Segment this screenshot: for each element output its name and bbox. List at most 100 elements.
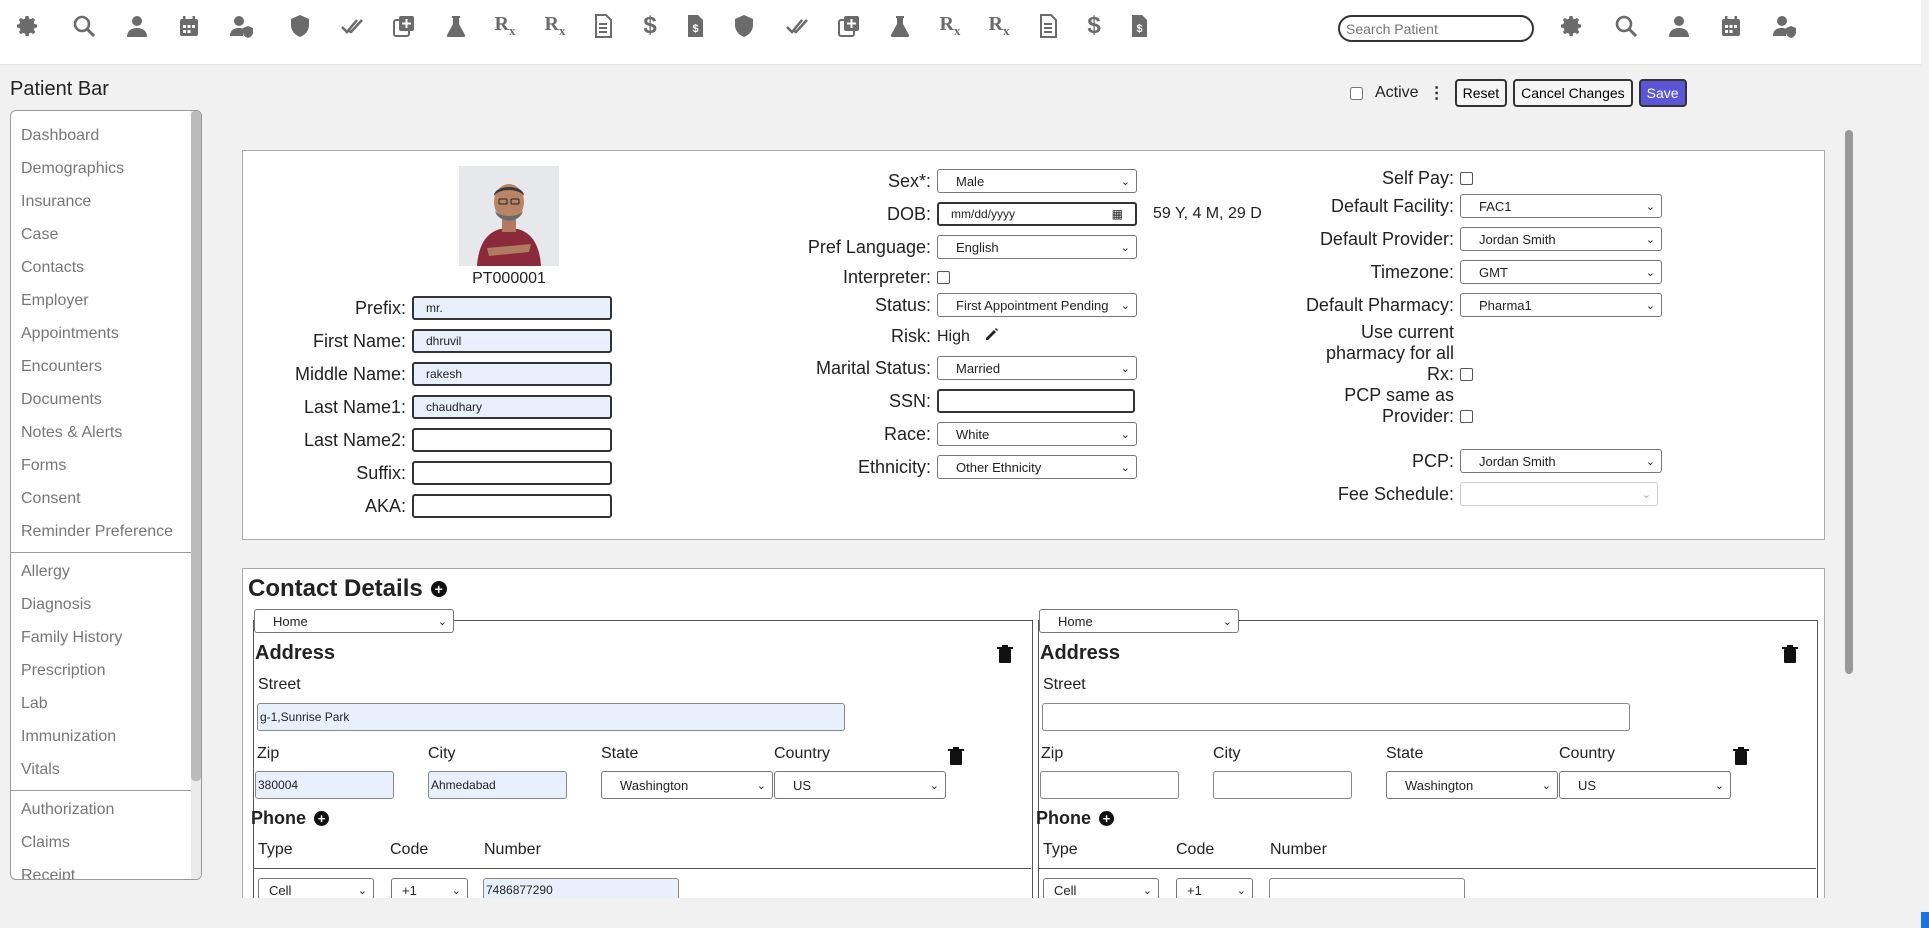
search-patient-input[interactable] xyxy=(1338,15,1534,42)
sex-select[interactable]: Male ⌄ xyxy=(937,169,1137,193)
add-copy-icon[interactable] xyxy=(390,12,418,40)
aka-input[interactable] xyxy=(412,494,612,518)
cancel-changes-button[interactable]: Cancel Changes xyxy=(1513,79,1633,107)
rx-icon[interactable]: Rx xyxy=(985,12,1013,40)
sidebar-item-case[interactable]: Case xyxy=(11,218,201,251)
sidebar-item-employer[interactable]: Employer xyxy=(11,284,201,317)
sidebar-scrollbar[interactable] xyxy=(191,111,201,879)
flask-icon[interactable] xyxy=(442,12,470,40)
double-check-icon[interactable] xyxy=(338,12,366,40)
timezone-select[interactable]: GMT ⌄ xyxy=(1460,260,1662,284)
trash-icon[interactable] xyxy=(1782,645,1798,668)
state-select-right[interactable]: Washington ⌄ xyxy=(1386,771,1558,799)
add-phone-icon[interactable]: + xyxy=(1099,811,1115,826)
sidebar-item-allergy[interactable]: Allergy xyxy=(11,555,201,588)
contact-type-select-right[interactable]: Home ⌄ xyxy=(1039,609,1239,633)
country-select-right[interactable]: US ⌄ xyxy=(1559,771,1731,799)
reset-button[interactable]: Reset xyxy=(1454,79,1508,107)
invoice-icon[interactable]: $ xyxy=(681,12,709,40)
sidebar-item-claims[interactable]: Claims xyxy=(11,826,201,859)
sidebar-item-contacts[interactable]: Contacts xyxy=(11,251,201,284)
first-name-input[interactable]: dhruvil xyxy=(412,329,612,353)
patient-photo[interactable] xyxy=(459,166,559,266)
sidebar-item-authorization[interactable]: Authorization xyxy=(11,793,201,826)
gear-icon[interactable] xyxy=(14,12,42,40)
middle-name-input[interactable]: rakesh xyxy=(412,362,612,386)
dollar-icon[interactable]: $ xyxy=(1080,12,1108,40)
sidebar-item-insurance[interactable]: Insurance xyxy=(11,185,201,218)
ethnicity-select[interactable]: Other Ethnicity ⌄ xyxy=(937,455,1137,479)
state-select-left[interactable]: Washington ⌄ xyxy=(601,771,773,799)
user-shield-icon[interactable] xyxy=(228,12,256,40)
sidebar-item-forms[interactable]: Forms xyxy=(11,449,201,482)
sidebar-item-receipt[interactable]: Receipt xyxy=(11,859,201,879)
street-input-left[interactable]: g-1,Sunrise Park xyxy=(257,703,845,731)
flask-icon[interactable] xyxy=(886,12,914,40)
trash-icon[interactable] xyxy=(1733,747,1749,770)
dollar-icon[interactable]: $ xyxy=(636,12,664,40)
last-name1-input[interactable]: chaudhary xyxy=(412,395,612,419)
zip-input-left[interactable]: 380004 xyxy=(255,771,394,799)
more-options-icon[interactable]: ⋮ xyxy=(1429,83,1445,103)
sidebar-item-encounters[interactable]: Encounters xyxy=(11,350,201,383)
main-scrollbar[interactable] xyxy=(1845,130,1853,898)
street-input-right[interactable] xyxy=(1042,703,1630,731)
interpreter-checkbox[interactable] xyxy=(937,271,950,284)
user-shield-icon[interactable] xyxy=(1771,12,1799,40)
default-facility-select[interactable]: FAC1 ⌄ xyxy=(1460,194,1662,218)
save-button[interactable]: Save xyxy=(1638,79,1687,107)
search-icon[interactable] xyxy=(1612,12,1640,40)
sidebar-item-family-history[interactable]: Family History xyxy=(11,621,201,654)
status-select[interactable]: First Appointment Pending ⌄ xyxy=(937,293,1137,317)
sidebar-item-lab[interactable]: Lab xyxy=(11,687,201,720)
contact-type-select-left[interactable]: Home ⌄ xyxy=(254,609,454,633)
rx-icon[interactable]: Rx xyxy=(491,12,519,40)
fee-schedule-select[interactable]: ⌄ xyxy=(1460,482,1658,506)
sidebar-item-demographics[interactable]: Demographics xyxy=(11,152,201,185)
trash-icon[interactable] xyxy=(948,747,964,770)
city-input-right[interactable] xyxy=(1213,771,1352,799)
invoice-icon[interactable]: $ xyxy=(1125,12,1153,40)
trash-icon[interactable] xyxy=(997,645,1013,668)
ssn-input[interactable] xyxy=(937,389,1135,413)
sidebar-item-consent[interactable]: Consent xyxy=(11,482,201,515)
pref-language-select[interactable]: English ⌄ xyxy=(937,235,1137,259)
sidebar-item-reminder-preference[interactable]: Reminder Preference xyxy=(11,515,201,548)
default-provider-select[interactable]: Jordan Smith ⌄ xyxy=(1460,227,1662,251)
country-select-left[interactable]: US ⌄ xyxy=(774,771,946,799)
calendar-icon[interactable] xyxy=(1717,12,1745,40)
pcp-same-checkbox[interactable] xyxy=(1460,410,1473,423)
race-select[interactable]: White ⌄ xyxy=(937,422,1137,446)
sidebar-item-vitals[interactable]: Vitals xyxy=(11,753,201,786)
user-icon[interactable] xyxy=(1665,12,1693,40)
add-phone-icon[interactable]: + xyxy=(314,811,330,826)
sidebar-item-dashboard[interactable]: Dashboard xyxy=(11,119,201,152)
add-contact-icon[interactable]: + xyxy=(430,581,447,597)
pencil-icon[interactable] xyxy=(984,326,1000,347)
self-pay-checkbox[interactable] xyxy=(1460,172,1473,185)
add-copy-icon[interactable] xyxy=(835,12,863,40)
zip-input-right[interactable] xyxy=(1040,771,1179,799)
shield-icon[interactable] xyxy=(730,12,758,40)
marital-status-select[interactable]: Married ⌄ xyxy=(937,356,1137,380)
document-icon[interactable] xyxy=(1034,12,1062,40)
sidebar-item-immunization[interactable]: Immunization xyxy=(11,720,201,753)
sidebar-item-notes-alerts[interactable]: Notes & Alerts xyxy=(11,416,201,449)
rx-icon[interactable]: Rx xyxy=(541,12,569,40)
user-icon[interactable] xyxy=(123,12,151,40)
calendar-icon[interactable]: ▦ xyxy=(1112,207,1123,221)
gear-icon[interactable] xyxy=(1558,12,1586,40)
sidebar-item-documents[interactable]: Documents xyxy=(11,383,201,416)
sidebar-item-diagnosis[interactable]: Diagnosis xyxy=(11,588,201,621)
sidebar-item-prescription[interactable]: Prescription xyxy=(11,654,201,687)
document-icon[interactable] xyxy=(589,12,617,40)
prefix-input[interactable]: mr. xyxy=(412,296,612,320)
calendar-icon[interactable] xyxy=(175,12,203,40)
last-name2-input[interactable] xyxy=(412,428,612,452)
pcp-select[interactable]: Jordan Smith ⌄ xyxy=(1460,449,1662,473)
suffix-input[interactable] xyxy=(412,461,612,485)
default-pharmacy-select[interactable]: Pharma1 ⌄ xyxy=(1460,293,1662,317)
active-checkbox[interactable] xyxy=(1350,86,1363,100)
dob-input[interactable]: mm/dd/yyyy ▦ xyxy=(937,202,1137,226)
city-input-left[interactable]: Ahmedabad xyxy=(428,771,567,799)
